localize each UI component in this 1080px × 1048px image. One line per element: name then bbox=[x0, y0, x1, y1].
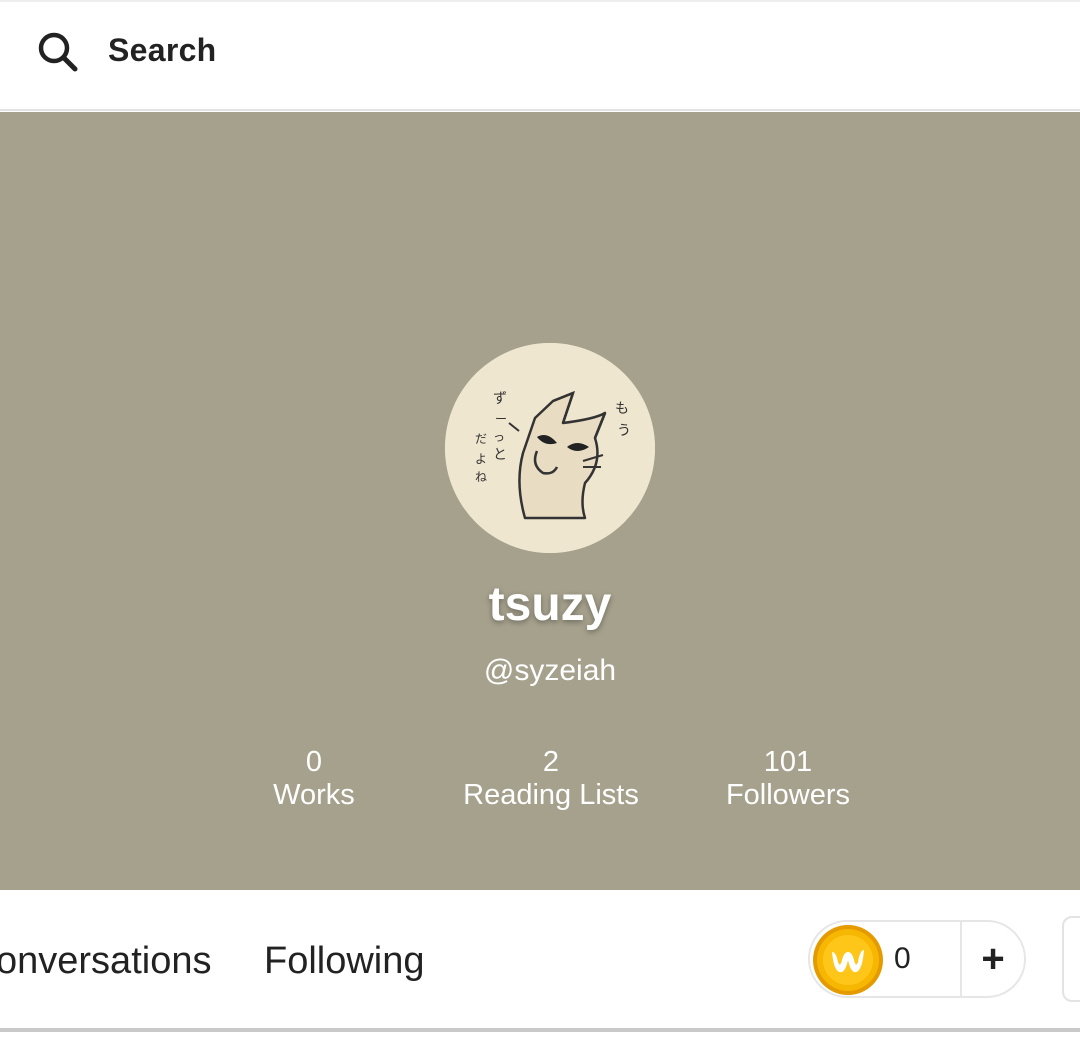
coin-count: 0 bbox=[894, 942, 911, 975]
stat-followers[interactable]: 101 Followers bbox=[668, 746, 908, 812]
svg-text:ず: ず bbox=[493, 391, 507, 407]
profile-banner: も う ず ー っ と だ よ ね tsuzy @syzeiah 0 Works… bbox=[0, 112, 1080, 890]
svg-text:ー: ー bbox=[495, 412, 507, 426]
tabs-divider bbox=[0, 1028, 1080, 1032]
svg-text:と: と bbox=[493, 447, 507, 463]
svg-text:う: う bbox=[617, 423, 631, 439]
tab-following[interactable]: Following bbox=[264, 940, 425, 983]
stat-label: Works bbox=[273, 779, 355, 811]
search-bar[interactable]: Search bbox=[0, 0, 1080, 111]
svg-text:だ: だ bbox=[475, 432, 487, 446]
svg-text:っ: っ bbox=[493, 430, 505, 444]
tab-conversations[interactable]: onversations bbox=[0, 940, 211, 983]
partial-button[interactable] bbox=[1062, 916, 1080, 1002]
svg-text:ね: ね bbox=[475, 470, 487, 484]
display-name: tsuzy bbox=[488, 578, 612, 631]
stat-reading-lists[interactable]: 2 Reading Lists bbox=[431, 746, 671, 812]
cat-illustration-icon: も う ず ー っ と だ よ ね bbox=[445, 343, 655, 553]
stat-label: Reading Lists bbox=[463, 779, 639, 811]
svg-text:よ: よ bbox=[475, 452, 487, 466]
stat-value: 2 bbox=[542, 746, 560, 778]
avatar[interactable]: も う ず ー っ と だ よ ね bbox=[445, 343, 655, 553]
stat-value: 101 bbox=[763, 746, 813, 778]
search-label[interactable]: Search bbox=[108, 32, 217, 69]
wattpad-coin-icon bbox=[813, 925, 883, 995]
add-coins-button[interactable]: + bbox=[962, 922, 1024, 996]
svg-text:も: も bbox=[615, 401, 629, 417]
stat-value: 0 bbox=[305, 746, 323, 778]
username: @syzeiah bbox=[483, 654, 617, 687]
search-icon[interactable] bbox=[36, 30, 80, 74]
stat-label: Followers bbox=[725, 779, 851, 811]
stat-works[interactable]: 0 Works bbox=[194, 746, 434, 812]
